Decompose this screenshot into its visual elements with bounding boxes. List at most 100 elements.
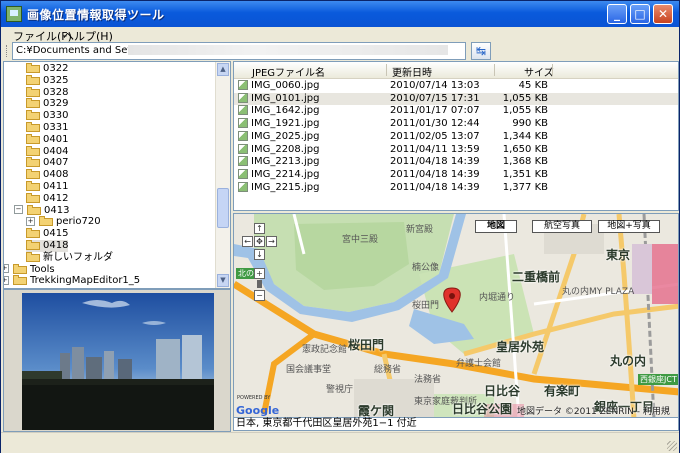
toolbar-grip[interactable] bbox=[6, 45, 9, 57]
map-type-satellite-button[interactable]: 航空写真 bbox=[532, 220, 592, 233]
map-type-hybrid-button[interactable]: 地図+写真 bbox=[598, 220, 660, 233]
tree-item[interactable]: + Tools bbox=[4, 263, 55, 276]
file-date: 2011/04/11 13:59 bbox=[390, 143, 480, 155]
tree-item[interactable]: 0325 bbox=[26, 74, 68, 87]
tree-item[interactable]: − 0413 bbox=[14, 204, 69, 217]
tree-expander-icon[interactable]: + bbox=[26, 216, 35, 226]
tree-item[interactable]: 0322 bbox=[26, 63, 68, 75]
file-size: 45 KB bbox=[518, 80, 548, 91]
maximize-button[interactable]: □ bbox=[630, 4, 650, 24]
tree-item[interactable]: 0412 bbox=[26, 192, 68, 205]
map-view[interactable]: 宮中三殿 新宮殿 桜田門 憲政記念館 国会議事堂 総務省 法務省 警視庁 東京家… bbox=[233, 213, 679, 418]
column-header-date[interactable]: 更新日時 bbox=[392, 64, 432, 79]
map-copyright[interactable]: 地図データ ©2011 ZENRIN - 利用規約 bbox=[517, 404, 678, 417]
folder-tree[interactable]: 0322 0325 0328 0329 0330 0331 0401 0404 0407 0408… bbox=[3, 61, 231, 289]
file-date: 2011/02/05 13:07 bbox=[390, 130, 480, 142]
refresh-arrow-icon[interactable]: ↹ bbox=[471, 42, 491, 60]
file-size: 1,368 KB bbox=[502, 156, 548, 168]
tree-item-label: TrekkingMapEditor1_5 bbox=[30, 275, 141, 287]
file-name-cell: IMG_0101.jpg bbox=[238, 92, 320, 105]
tree-item[interactable]: + perio720 bbox=[26, 216, 101, 228]
file-row[interactable]: IMG_2208.jpg 2011/04/11 13:59 1,650 KB bbox=[234, 143, 678, 157]
scroll-up-icon[interactable]: ▲ bbox=[217, 63, 229, 76]
map-label-tokyo: 東京 bbox=[606, 248, 631, 262]
map-type-map-button[interactable]: 地図 bbox=[475, 220, 517, 233]
map-label: 楠公像 bbox=[412, 263, 440, 273]
file-name: IMG_0101.jpg bbox=[251, 92, 320, 104]
map-label: 桜田門 bbox=[412, 301, 440, 311]
map-label: 宮中三殿 bbox=[342, 235, 379, 245]
window-title: 画像位置情報取得ツール bbox=[27, 8, 165, 22]
tree-item-label: 0415 bbox=[43, 228, 69, 240]
tree-item[interactable]: 0401 bbox=[26, 133, 68, 146]
folder-icon bbox=[26, 228, 40, 239]
column-header-size[interactable]: サイズ bbox=[524, 64, 554, 79]
tree-item[interactable]: 0329 bbox=[26, 98, 68, 110]
scroll-down-icon[interactable]: ▼ bbox=[217, 274, 229, 287]
file-list[interactable]: JPEGファイル名 更新日時 サイズ IMG_0060.jpg 2010/07/1… bbox=[233, 61, 679, 211]
tree-item-label: 0408 bbox=[43, 169, 69, 181]
map-label: 弁護士会館 bbox=[456, 359, 502, 369]
tree-item[interactable]: 新しいフォルダ bbox=[26, 251, 113, 264]
map-label: 新宮殿 bbox=[406, 225, 434, 235]
minimize-button[interactable]: _ bbox=[607, 4, 627, 24]
tree-item[interactable]: 0408 bbox=[26, 169, 68, 181]
folder-icon bbox=[13, 263, 27, 274]
tree-item[interactable]: 0330 bbox=[26, 110, 68, 122]
title-bar[interactable]: 画像位置情報取得ツール _ □ ✕ bbox=[1, 1, 679, 27]
file-row[interactable]: IMG_2213.jpg 2011/04/18 14:39 1,368 KB bbox=[234, 156, 678, 169]
file-row[interactable]: IMG_0060.jpg 2010/07/14 13:03 45 KB bbox=[234, 80, 678, 93]
file-row[interactable]: IMG_2214.jpg 2011/04/18 14:39 1,351 KB bbox=[234, 168, 678, 182]
file-row[interactable]: IMG_1642.jpg 2011/01/17 07:07 1,055 KB bbox=[234, 105, 678, 118]
resize-grip-icon[interactable] bbox=[667, 441, 677, 451]
tree-expander-icon[interactable]: + bbox=[4, 264, 9, 274]
column-divider[interactable] bbox=[386, 64, 387, 76]
tree-scrollbar[interactable]: ▲ ▼ bbox=[215, 62, 230, 288]
folder-icon bbox=[26, 251, 40, 262]
tree-expander-icon[interactable]: + bbox=[4, 275, 9, 285]
tree-item[interactable]: 0415 bbox=[26, 228, 68, 240]
file-name: IMG_1921.jpg bbox=[251, 118, 320, 130]
scrollbar-thumb[interactable] bbox=[217, 188, 229, 228]
file-row[interactable]: IMG_2025.jpg 2011/02/05 13:07 1,344 KB bbox=[234, 130, 678, 144]
tree-expander-icon[interactable]: − bbox=[14, 205, 23, 215]
zoom-out-icon[interactable]: − bbox=[254, 290, 265, 301]
map-label: 憲政記念館 bbox=[302, 345, 348, 355]
file-row[interactable]: IMG_1921.jpg 2011/01/30 12:44 990 KB bbox=[234, 118, 678, 131]
column-divider[interactable] bbox=[552, 64, 553, 76]
tree-item-label: 0328 bbox=[43, 86, 69, 98]
map-label: 内堀通り bbox=[479, 293, 516, 303]
column-divider[interactable] bbox=[494, 64, 495, 76]
file-date: 2010/07/15 17:31 bbox=[390, 92, 480, 104]
tree-item-label: 0329 bbox=[43, 98, 69, 110]
pan-down-icon[interactable]: ↓ bbox=[254, 249, 265, 260]
file-row[interactable]: IMG_2215.jpg 2011/04/18 14:39 1,377 KB bbox=[234, 181, 678, 195]
file-name: IMG_2208.jpg bbox=[251, 143, 320, 155]
zoom-slider[interactable] bbox=[257, 280, 262, 288]
powered-by-text: POWERED BY bbox=[237, 395, 271, 401]
folder-icon bbox=[26, 122, 40, 132]
google-logo[interactable]: Google bbox=[236, 404, 279, 417]
close-button[interactable]: ✕ bbox=[653, 4, 673, 24]
pan-up-icon[interactable]: ↑ bbox=[254, 223, 265, 234]
photo-image bbox=[22, 293, 214, 430]
tree-item[interactable]: 0418 bbox=[26, 240, 69, 252]
tree-item[interactable]: 0331 bbox=[26, 122, 68, 134]
tree-item[interactable]: 0404 bbox=[26, 145, 68, 158]
tree-item[interactable]: 0411 bbox=[26, 181, 68, 193]
tree-item[interactable]: 0407 bbox=[26, 157, 68, 169]
zoom-in-icon[interactable]: + bbox=[254, 268, 265, 279]
column-header-name[interactable]: JPEGファイル名 bbox=[252, 64, 325, 79]
tree-item[interactable]: 0328 bbox=[26, 86, 69, 99]
pan-center-icon[interactable]: ✥ bbox=[254, 236, 265, 247]
jpeg-file-icon bbox=[238, 168, 248, 179]
file-row[interactable]: IMG_0101.jpg 2010/07/15 17:31 1,055 KB bbox=[234, 92, 678, 106]
jpeg-file-icon bbox=[238, 143, 248, 154]
pan-left-icon[interactable]: ← bbox=[242, 236, 253, 247]
file-name-cell: IMG_2025.jpg bbox=[238, 130, 319, 143]
file-size: 1,055 KB bbox=[502, 105, 548, 117]
tree-item[interactable]: + TrekkingMapEditor1_5 bbox=[4, 275, 141, 287]
path-toolbar: C:¥Documents and Settings¥ ↹ bbox=[3, 42, 677, 60]
pan-right-icon[interactable]: → bbox=[266, 236, 277, 247]
file-size: 990 KB bbox=[512, 118, 548, 130]
